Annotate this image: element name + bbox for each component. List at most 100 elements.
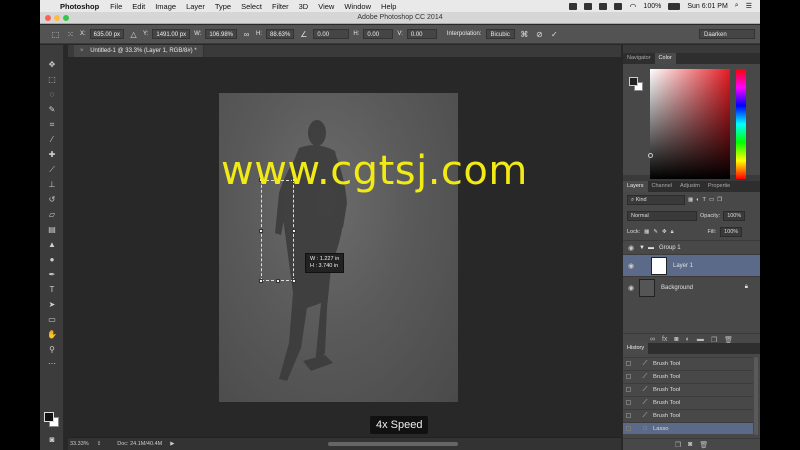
layer-row-layer-1[interactable]: ◉ Layer 1 — [623, 254, 760, 276]
history-brush-tool-icon[interactable]: ↺ — [46, 195, 58, 205]
filter-adjustment-icon[interactable]: ◐ — [696, 197, 699, 203]
minimize-window-button[interactable] — [54, 15, 60, 21]
history-item[interactable]: ⟋ Brush Tool — [623, 357, 753, 369]
menu-app-name[interactable]: Photoshop — [60, 2, 99, 11]
horizontal-scrollbar[interactable] — [328, 442, 458, 446]
marquee-tool-icon[interactable]: ⬚ — [46, 75, 58, 85]
transform-bounding-box[interactable] — [259, 178, 296, 283]
menu-select[interactable]: Select — [241, 2, 262, 11]
crop-tool-icon[interactable]: ⌗ — [46, 120, 58, 130]
gradient-tool-icon[interactable]: ▤ — [46, 225, 58, 235]
status-dropbox-icon[interactable] — [584, 2, 593, 10]
history-checkbox[interactable] — [626, 361, 631, 366]
filter-shape-icon[interactable]: ▭ — [709, 197, 714, 203]
foreground-color-swatch[interactable] — [44, 412, 54, 422]
lock-position-icon[interactable]: ✥ — [662, 229, 667, 235]
visibility-eye-icon[interactable]: ◉ — [623, 244, 639, 252]
new-group-icon[interactable]: ▬ — [697, 336, 704, 343]
eraser-tool-icon[interactable]: ▱ — [46, 210, 58, 220]
clone-stamp-tool-icon[interactable]: ⊥ — [46, 180, 58, 190]
document-canvas[interactable]: W : 1.227 in H : 3.740 in — [219, 93, 458, 402]
zoom-tool-icon[interactable]: ⚲ — [46, 345, 58, 355]
commit-transform-icon[interactable]: ✓ — [549, 29, 560, 40]
opacity-field[interactable]: 100% — [723, 211, 746, 221]
zoom-level[interactable]: 33.33% — [70, 441, 89, 447]
eyedropper-tool-icon[interactable]: ⁄ — [46, 135, 58, 145]
x-field[interactable]: 635.00 px — [89, 29, 125, 39]
hand-tool-icon[interactable]: ✋ — [46, 330, 58, 340]
history-item[interactable]: ⟋ Brush Tool — [623, 370, 753, 382]
history-checkbox[interactable] — [626, 387, 631, 392]
history-checkbox[interactable] — [626, 413, 631, 418]
workspace-dropdown[interactable]: Daarken — [699, 29, 755, 39]
menu-view[interactable]: View — [318, 2, 334, 11]
history-item[interactable]: ⟋ Brush Tool — [623, 383, 753, 395]
new-document-from-state-icon[interactable]: ❐ — [675, 441, 681, 449]
new-snapshot-icon[interactable]: ◙ — [688, 441, 692, 448]
close-tab-icon[interactable]: × — [80, 48, 84, 54]
color-field[interactable] — [648, 69, 730, 179]
blend-mode-dropdown[interactable]: Normal — [627, 211, 697, 221]
angle-field[interactable]: 0.00 — [313, 29, 350, 39]
status-cloud-icon[interactable] — [614, 2, 623, 10]
y-field[interactable]: 1491.00 px — [152, 29, 191, 39]
brush-tool-icon[interactable]: ⟋ — [46, 165, 58, 175]
lasso-tool-icon[interactable]: ◌ — [46, 90, 58, 100]
menu-image[interactable]: Image — [155, 2, 176, 11]
fx-icon[interactable]: fx — [662, 336, 667, 343]
tab-history[interactable]: History — [623, 343, 649, 354]
quick-select-tool-icon[interactable]: ✎ — [46, 105, 58, 115]
color-panel-fg-swatch[interactable] — [629, 77, 638, 86]
move-tool-icon[interactable]: ✥ — [46, 60, 58, 70]
tab-properties[interactable]: Propertie — [704, 181, 734, 192]
delta-icon[interactable]: △ — [128, 29, 139, 40]
lock-all-icon[interactable]: 🔒︎ — [671, 229, 674, 236]
hue-slider[interactable] — [736, 69, 746, 179]
type-tool-icon[interactable]: T — [46, 285, 58, 295]
adjustment-layer-icon[interactable]: ◐ — [686, 336, 690, 343]
warp-mode-icon[interactable]: ⌘ — [519, 29, 530, 40]
reference-point-icon[interactable]: ⁙ — [65, 29, 76, 40]
wifi-icon[interactable]: ◠ — [629, 2, 636, 11]
visibility-eye-icon[interactable]: ◉ — [623, 262, 639, 270]
healing-brush-tool-icon[interactable]: ✚ — [46, 150, 58, 160]
layer-row-background[interactable]: ◉ Background 🔒︎ — [623, 276, 760, 298]
tab-layers[interactable]: Layers — [623, 181, 648, 192]
rectangle-tool-icon[interactable]: ▭ — [46, 315, 58, 325]
tool-preset-icon[interactable]: ⬚ — [50, 29, 61, 40]
battery-icon[interactable] — [668, 2, 681, 10]
document-tab[interactable]: × Untitled-1 @ 33.3% (Layer 1, RGB/8#) * — [74, 45, 204, 57]
layer-kind-filter[interactable]: ⌕ Kind — [627, 195, 685, 205]
link-icon[interactable]: ∞ — [241, 29, 252, 40]
zoom-window-button[interactable] — [63, 15, 69, 21]
transform-handle-bc[interactable] — [276, 279, 280, 283]
status-app-icon[interactable] — [569, 2, 578, 10]
v-skew-field[interactable]: 0.00 — [406, 29, 437, 39]
fill-field[interactable]: 100% — [720, 227, 743, 237]
path-selection-tool-icon[interactable]: ➤ — [46, 300, 58, 310]
menu-help[interactable]: Help — [381, 2, 396, 11]
menu-type[interactable]: Type — [215, 2, 231, 11]
menu-edit[interactable]: Edit — [132, 2, 145, 11]
quick-mask-icon[interactable]: ◙ — [46, 435, 58, 445]
disclosure-triangle-icon[interactable]: ▼ — [639, 245, 645, 251]
history-checkbox[interactable] — [626, 374, 631, 379]
transform-handle-br[interactable] — [292, 279, 296, 283]
cancel-transform-icon[interactable]: ⊘ — [534, 29, 545, 40]
filter-type-icon[interactable]: T — [703, 197, 706, 203]
menu-layer[interactable]: Layer — [186, 2, 205, 11]
filter-pixel-icon[interactable]: ▦ — [688, 197, 693, 203]
more-tools-icon[interactable]: ⋯ — [46, 359, 58, 369]
history-item[interactable]: ⟋ Brush Tool — [623, 409, 753, 421]
history-checkbox[interactable] — [626, 426, 631, 431]
transform-handle-mr[interactable] — [292, 229, 296, 233]
link-layers-icon[interactable]: ∞ — [650, 336, 655, 343]
export-icon[interactable]: ⇪ — [97, 441, 102, 447]
notification-center-icon[interactable]: ☰ — [746, 2, 752, 10]
h-skew-field[interactable]: 0.00 — [363, 29, 394, 39]
tab-navigator[interactable]: Navigator — [623, 53, 655, 64]
pen-tool-icon[interactable]: ✒ — [46, 270, 58, 280]
menu-window[interactable]: Window — [344, 2, 371, 11]
dodge-tool-icon[interactable]: ● — [46, 255, 58, 265]
width-field[interactable]: 106.98% — [205, 29, 237, 39]
